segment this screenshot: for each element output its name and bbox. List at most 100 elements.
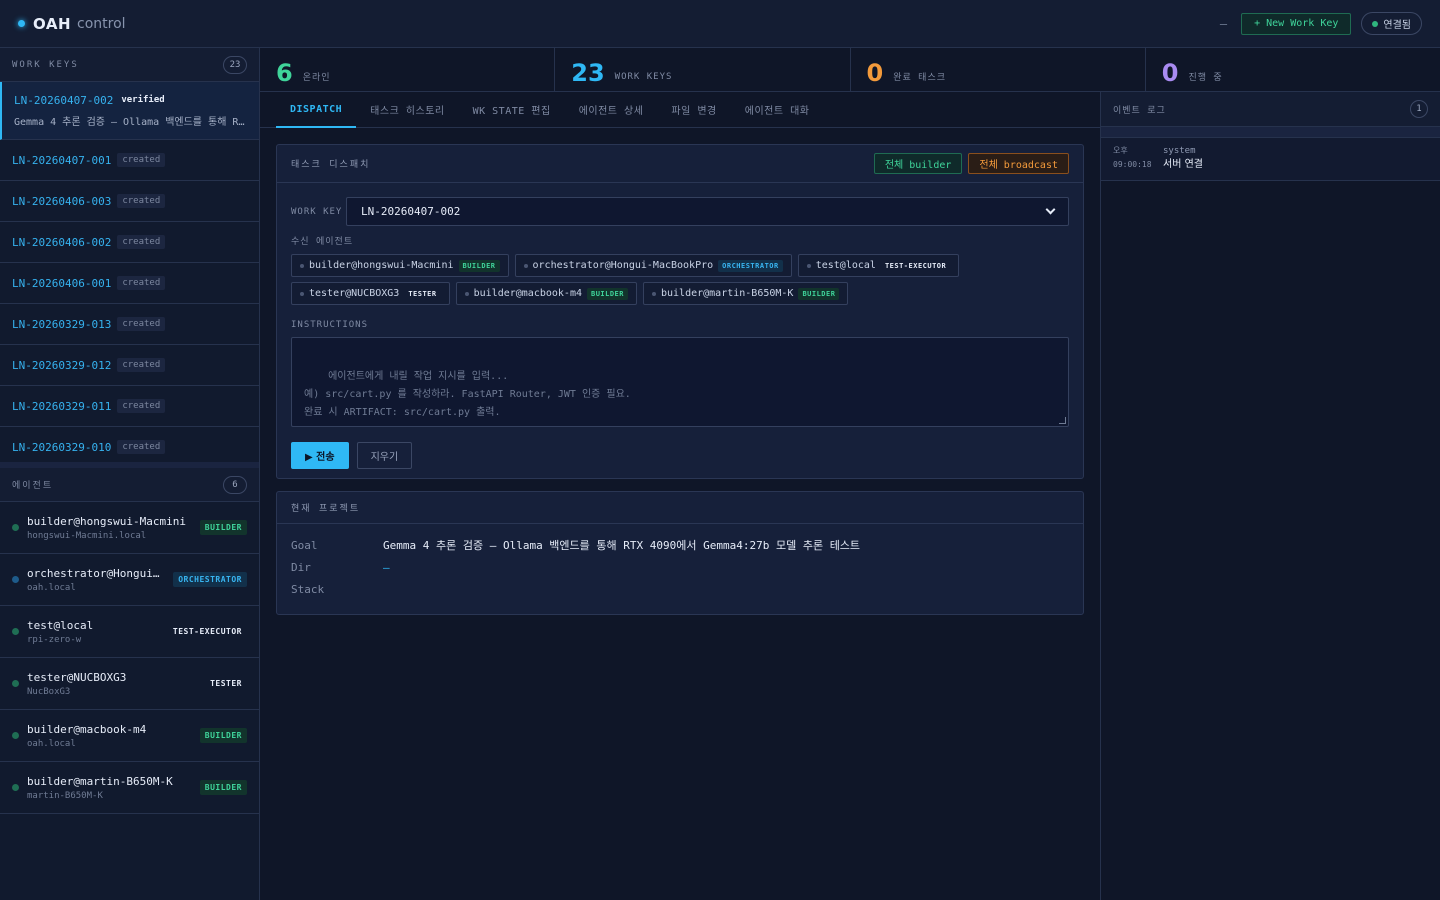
instructions-textarea[interactable]: 에이전트에게 내릴 작업 지시를 입력... 예) src/cart.py 를 … — [291, 337, 1069, 427]
work-key-status: created — [117, 276, 166, 290]
work-key-status: verified — [121, 95, 165, 105]
stat-online-label: 온라인 — [302, 73, 331, 83]
recipient-chip[interactable]: orchestrator@Hongui-MacBookPro ORCHESTRAT… — [514, 254, 792, 277]
work-keys-count-badge: 23 — [223, 55, 247, 74]
recipient-chip[interactable]: test@local TEST-EXECUTOR — [797, 254, 960, 277]
project-goal-value: Gemma 4 추론 검증 — Ollama 백엔드를 통해 RTX 4090에… — [383, 539, 861, 552]
work-key-status: created — [117, 440, 166, 454]
stat-in-progress: 0 진행 중 — [1146, 48, 1440, 91]
agent-item[interactable]: builder@macbook-m4 oah.local BUILDER — [0, 710, 259, 762]
stat-work-keys-label: WORK KEYS — [614, 71, 673, 82]
status-indicator-icon — [18, 20, 25, 27]
event-log-panel: 이벤트 로그 1 오후 09:00:18 system 서버 연결 — [1100, 92, 1440, 900]
tab-agent-chat[interactable]: 에이전트 대화 — [731, 92, 824, 127]
tab-wk-state-edit[interactable]: WK STATE 편집 — [459, 92, 565, 127]
agent-item[interactable]: tester@NUCBOXG3 NucBoxG3 TESTER — [0, 658, 259, 710]
event-log-header: 이벤트 로그 1 — [1101, 92, 1440, 126]
work-key-id: LN-20260406-001 — [12, 276, 112, 290]
work-key-item[interactable]: LN-20260406-001 created — [0, 263, 259, 304]
tab-task-history[interactable]: 태스크 히스토리 — [356, 92, 458, 127]
work-key-item[interactable]: LN-20260406-002 created — [0, 222, 259, 263]
work-key-id: LN-20260407-001 — [12, 153, 112, 167]
top-bar: OAH control — + New Work Key 연결됨 — [0, 0, 1440, 48]
all-builder-button[interactable]: 전체 builder — [873, 153, 963, 174]
event-message: 서버 연결 — [1163, 159, 1203, 170]
recipient-role-badge: BUILDER — [586, 287, 628, 300]
recipient-chip[interactable]: builder@macbook-m4 BUILDER — [455, 282, 637, 305]
agent-name: orchestrator@Hongui-MacBookPro — [27, 566, 165, 580]
clear-button[interactable]: 지우기 — [356, 442, 413, 469]
agent-status-dot-icon — [12, 784, 19, 791]
work-key-id: LN-20260329-010 — [12, 440, 112, 454]
work-key-item[interactable]: LN-20260329-011 created — [0, 386, 259, 427]
event-log-item[interactable]: 오후 09:00:18 system 서버 연결 — [1101, 138, 1440, 181]
agent-status-dot-icon — [12, 732, 19, 739]
project-card: 현재 프로젝트 Goal Gemma 4 추론 검증 — Ollama 백엔드를… — [276, 491, 1084, 615]
chip-dot-icon — [464, 291, 469, 296]
connection-status-pill[interactable]: 연결됨 — [1361, 12, 1422, 35]
stat-in-progress-label: 진행 중 — [1188, 73, 1223, 83]
work-key-item-active[interactable]: LN-20260407-002 verified Gemma 4 추론 검증 —… — [0, 82, 259, 140]
tab-file-changes[interactable]: 파일 변경 — [657, 92, 730, 127]
work-key-item[interactable]: LN-20260406-003 created — [0, 181, 259, 222]
work-key-item[interactable]: LN-20260329-012 created — [0, 345, 259, 386]
tab-dispatch[interactable]: DISPATCH — [276, 92, 357, 128]
work-key-field-label: WORK KEY — [291, 206, 343, 217]
work-key-item[interactable]: LN-20260329-010 created — [0, 427, 259, 462]
recipient-name: orchestrator@Hongui-MacBookPro — [532, 260, 714, 271]
agent-host: rpi-zero-w — [27, 634, 82, 645]
work-key-item[interactable]: LN-20260329-013 created — [0, 304, 259, 345]
dispatch-card-header: 태스크 디스패치 전체 builder 전체 broadcast — [277, 145, 1083, 183]
new-work-key-button[interactable]: + New Work Key — [1241, 12, 1352, 35]
recipients-label: 수신 에이전트 — [291, 237, 354, 247]
work-key-description: Gemma 4 추론 검증 — Ollama 백엔드를 통해 RTX 4090에… — [14, 116, 246, 128]
recipient-name: test@local — [815, 260, 876, 271]
recipient-chip[interactable]: tester@NUCBOXG3 TESTER — [291, 282, 450, 305]
resize-handle-icon[interactable] — [1059, 417, 1066, 424]
project-title: 현재 프로젝트 — [291, 504, 361, 514]
recipient-chip[interactable]: builder@martin-B650M-K BUILDER — [643, 282, 849, 305]
agents-count-badge: 6 — [223, 475, 247, 494]
work-key-id: LN-20260329-012 — [12, 358, 112, 372]
recipient-name: builder@hongswui-Macmini — [309, 260, 454, 271]
project-dir-row: Dir — — [277, 556, 1083, 578]
work-key-id: LN-20260407-002 — [14, 93, 114, 107]
agents-header: 에이전트 6 — [0, 468, 259, 502]
agent-item[interactable]: test@local rpi-zero-w TEST-EXECUTOR — [0, 606, 259, 658]
agent-host: hongswui-Macmini.local — [27, 530, 147, 541]
recipient-chips: builder@hongswui-Macmini BUILDER orchestr… — [277, 254, 997, 305]
chevron-down-icon — [1045, 204, 1056, 215]
agent-role-badge: TESTER — [210, 679, 242, 688]
broadcast-button[interactable]: 전체 broadcast — [968, 153, 1069, 174]
agent-role-badge: TEST-EXECUTOR — [172, 627, 242, 636]
work-key-id: LN-20260329-011 — [12, 399, 112, 413]
recipient-chip[interactable]: builder@hongswui-Macmini BUILDER — [291, 254, 509, 277]
recipient-role-badge: BUILDER — [798, 287, 840, 300]
event-time: 09:00:18 — [1113, 160, 1152, 169]
agent-status-dot-icon — [12, 524, 19, 531]
work-key-id: LN-20260329-013 — [12, 317, 112, 331]
agent-status-dot-icon — [12, 576, 19, 583]
agents-title: 에이전트 — [12, 481, 54, 491]
agent-item[interactable]: orchestrator@Hongui-MacBookProoah.local … — [0, 554, 259, 606]
work-key-select[interactable]: LN-20260407-002 — [346, 197, 1069, 226]
work-key-item[interactable]: LN-20260407-001 created — [0, 140, 259, 181]
work-key-status: created — [117, 153, 166, 167]
chip-dot-icon — [523, 263, 528, 268]
recipient-role-badge: TEST-EXECUTOR — [884, 261, 947, 270]
event-source: system — [1163, 146, 1196, 156]
chip-dot-icon — [652, 291, 656, 296]
tab-agent-detail[interactable]: 에이전트 상세 — [565, 92, 658, 127]
stat-work-keys-value: 23 — [571, 58, 605, 87]
stat-completed-label: 완료 태스크 — [893, 73, 947, 83]
recipient-name: builder@macbook-m4 — [473, 288, 582, 299]
send-button[interactable]: ▶ 전송 — [291, 442, 349, 469]
agent-name: test@local — [27, 618, 94, 632]
project-dir-value: — — [383, 560, 390, 574]
recipient-role-badge: ORCHESTRATOR — [718, 259, 783, 272]
recipient-name: builder@martin-B650M-K — [661, 288, 794, 299]
instructions-placeholder: 에이전트에게 내릴 작업 지시를 입력... 예) src/cart.py 를 … — [304, 371, 631, 418]
chip-dot-icon — [300, 263, 304, 268]
agent-item[interactable]: builder@hongswui-Macmini hongswui-Macmini… — [0, 502, 259, 554]
agent-item[interactable]: builder@martin-B650M-K martin-B650M-K BUI… — [0, 762, 259, 814]
